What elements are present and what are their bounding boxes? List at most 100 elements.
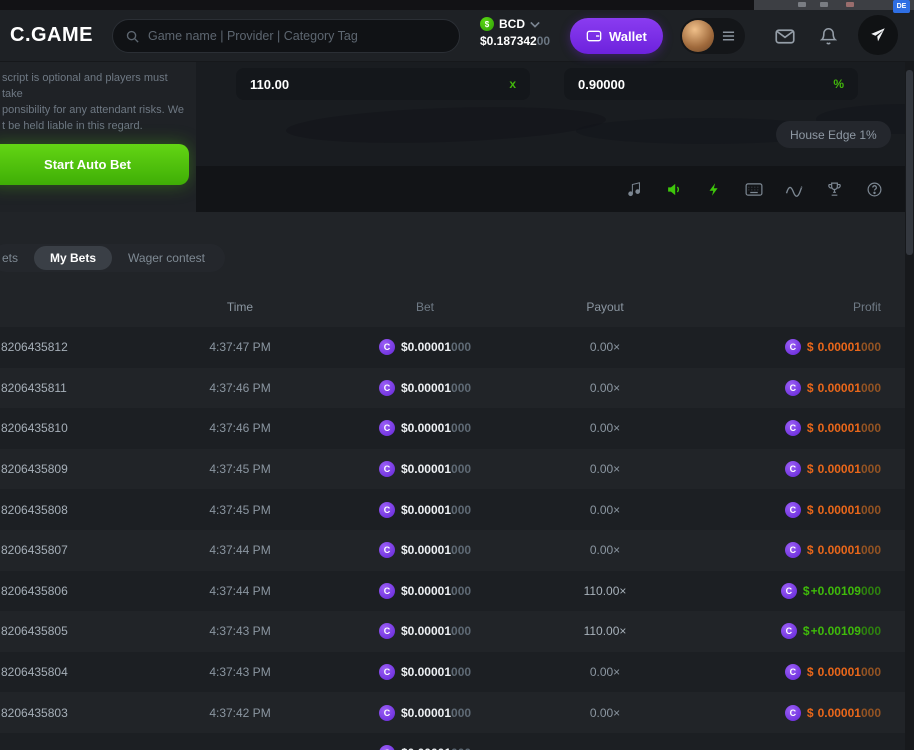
bet-amount-main: $0.00001: [401, 746, 451, 750]
bcd-coin-icon: C: [379, 583, 395, 599]
sound-icon[interactable]: [665, 180, 683, 198]
table-row[interactable]: 8206435812 4:37:47 PM C $0.00001000 0.00…: [0, 327, 905, 368]
tab-my-bets[interactable]: My Bets: [34, 246, 112, 270]
payout-multiplier-input[interactable]: [250, 77, 450, 92]
bcd-coin-icon: C: [781, 583, 797, 599]
page-scrollbar[interactable]: [905, 62, 914, 750]
bet-time: 4:37:45 PM: [150, 503, 330, 517]
bet-amount-dim: 000: [451, 503, 471, 517]
bcd-coin-icon: C: [785, 461, 801, 477]
scrollbar-thumb[interactable]: [906, 70, 913, 255]
profit-dim: 000: [861, 381, 881, 395]
bcd-coin-icon: C: [379, 623, 395, 639]
hotkeys-keyboard-icon[interactable]: [745, 180, 763, 198]
wallet-label: Wallet: [609, 29, 647, 44]
bet-id: 8206435810: [0, 421, 150, 435]
profit-main: 0.00001: [818, 503, 861, 517]
bet-amount-dim: 000: [451, 381, 471, 395]
user-menu[interactable]: [680, 18, 745, 54]
bets-table-body: 8206435812 4:37:47 PM C $0.00001000 0.00…: [0, 327, 905, 750]
bcd-coin-icon: C: [785, 705, 801, 721]
bet-amount-main: $0.00001: [401, 381, 451, 395]
percent-suffix: %: [833, 77, 844, 91]
header-bet: Bet: [330, 300, 520, 314]
bets-tabs: ets My Bets Wager contest: [0, 244, 225, 272]
messages-icon[interactable]: [775, 29, 795, 44]
profit-dim: 000: [861, 421, 881, 435]
payout-value: 0.00×: [520, 462, 690, 476]
currency-code: BCD: [499, 17, 525, 31]
bet-amount-main: $0.00001: [401, 584, 451, 598]
bet-time: 4:37:43 PM: [150, 624, 330, 638]
win-chance-field[interactable]: %: [564, 68, 858, 100]
payout-value: 0.00×: [520, 340, 690, 354]
bet-id: 8206435808: [0, 503, 150, 517]
payout-multiplier-field[interactable]: x: [236, 68, 530, 100]
table-row[interactable]: C $0.00001000 C: [0, 733, 905, 750]
bet-id: 8206435807: [0, 543, 150, 557]
profit-dim: 000: [861, 462, 881, 476]
bet-amount-main: $0.00001: [401, 503, 451, 517]
table-row[interactable]: 8206435804 4:37:43 PM C $0.00001000 0.00…: [0, 652, 905, 693]
avatar[interactable]: [682, 20, 714, 52]
bet-amount-dim: 000: [451, 584, 471, 598]
browser-extension-badge[interactable]: DE: [893, 0, 910, 13]
bcd-coin-icon: C: [785, 339, 801, 355]
window-controls-area: [754, 0, 914, 10]
table-row[interactable]: 8206435803 4:37:42 PM C $0.00001000 0.00…: [0, 692, 905, 733]
profit-currency-symbol: $: [807, 665, 814, 679]
tab-all-bets[interactable]: ets: [0, 247, 28, 269]
search-input[interactable]: [148, 29, 447, 43]
table-row[interactable]: 8206435807 4:37:44 PM C $0.00001000 0.00…: [0, 530, 905, 571]
music-note-icon[interactable]: [625, 180, 643, 198]
chat-toggle-button[interactable]: [858, 15, 898, 55]
bet-amount-main: $0.00001: [401, 706, 451, 720]
trends-wave-icon[interactable]: [785, 180, 803, 198]
win-chance-input[interactable]: [578, 77, 778, 92]
bet-amount-main: $0.00001: [401, 665, 451, 679]
help-question-icon[interactable]: [865, 180, 883, 198]
bet-amount-main: $0.00001: [401, 340, 451, 354]
close-icon[interactable]: [846, 2, 854, 7]
bcd-coin-icon: C: [379, 664, 395, 680]
site-logo[interactable]: C.GAME: [10, 24, 93, 47]
bet-time: 4:37:44 PM: [150, 543, 330, 557]
turbo-bolt-icon[interactable]: [705, 180, 723, 198]
tab-wager-contest[interactable]: Wager contest: [118, 247, 215, 269]
table-row[interactable]: 8206435806 4:37:44 PM C $0.00001000 110.…: [0, 571, 905, 612]
bet-id: 8206435806: [0, 584, 150, 598]
game-art-cloud: [286, 102, 607, 147]
bet-amount-main: $0.00001: [401, 543, 451, 557]
table-row[interactable]: 8206435805 4:37:43 PM C $0.00001000 110.…: [0, 611, 905, 652]
bet-amount-dim: 000: [451, 543, 471, 557]
notifications-bell-icon[interactable]: [820, 27, 837, 46]
table-row[interactable]: 8206435808 4:37:45 PM C $0.00001000 0.00…: [0, 489, 905, 530]
bet-amount-dim: 000: [451, 421, 471, 435]
currency-selector[interactable]: $ BCD $0.18734200: [480, 17, 550, 48]
bcd-coin-icon: C: [785, 380, 801, 396]
bet-amount-dim: 000: [451, 746, 471, 750]
bcd-coin-icon: C: [379, 745, 395, 750]
leaderboard-trophy-icon[interactable]: [825, 180, 843, 198]
bcd-coin-icon: C: [781, 623, 797, 639]
table-row[interactable]: 8206435810 4:37:46 PM C $0.00001000 0.00…: [0, 408, 905, 449]
wallet-button[interactable]: Wallet: [570, 18, 663, 54]
profit-main: 0.00001: [818, 543, 861, 557]
profit-main: 0.00001: [818, 665, 861, 679]
maximize-icon[interactable]: [820, 2, 828, 7]
table-row[interactable]: 8206435809 4:37:45 PM C $0.00001000 0.00…: [0, 449, 905, 490]
bet-id: 8206435809: [0, 462, 150, 476]
bet-time: 4:37:43 PM: [150, 665, 330, 679]
start-auto-bet-button[interactable]: Start Auto Bet: [0, 144, 189, 185]
profit-dim: 000: [861, 665, 881, 679]
payout-value: 0.00×: [520, 665, 690, 679]
bcd-coin-icon: C: [379, 542, 395, 558]
bet-amount-dim: 000: [451, 462, 471, 476]
profit-currency-symbol: $: [807, 421, 814, 435]
profit-currency-symbol: $: [803, 584, 810, 598]
table-header-row: Time Bet Payout Profit: [0, 287, 905, 327]
bet-time: 4:37:47 PM: [150, 340, 330, 354]
search-bar[interactable]: [112, 19, 460, 53]
minimize-icon[interactable]: [798, 2, 806, 7]
table-row[interactable]: 8206435811 4:37:46 PM C $0.00001000 0.00…: [0, 368, 905, 409]
